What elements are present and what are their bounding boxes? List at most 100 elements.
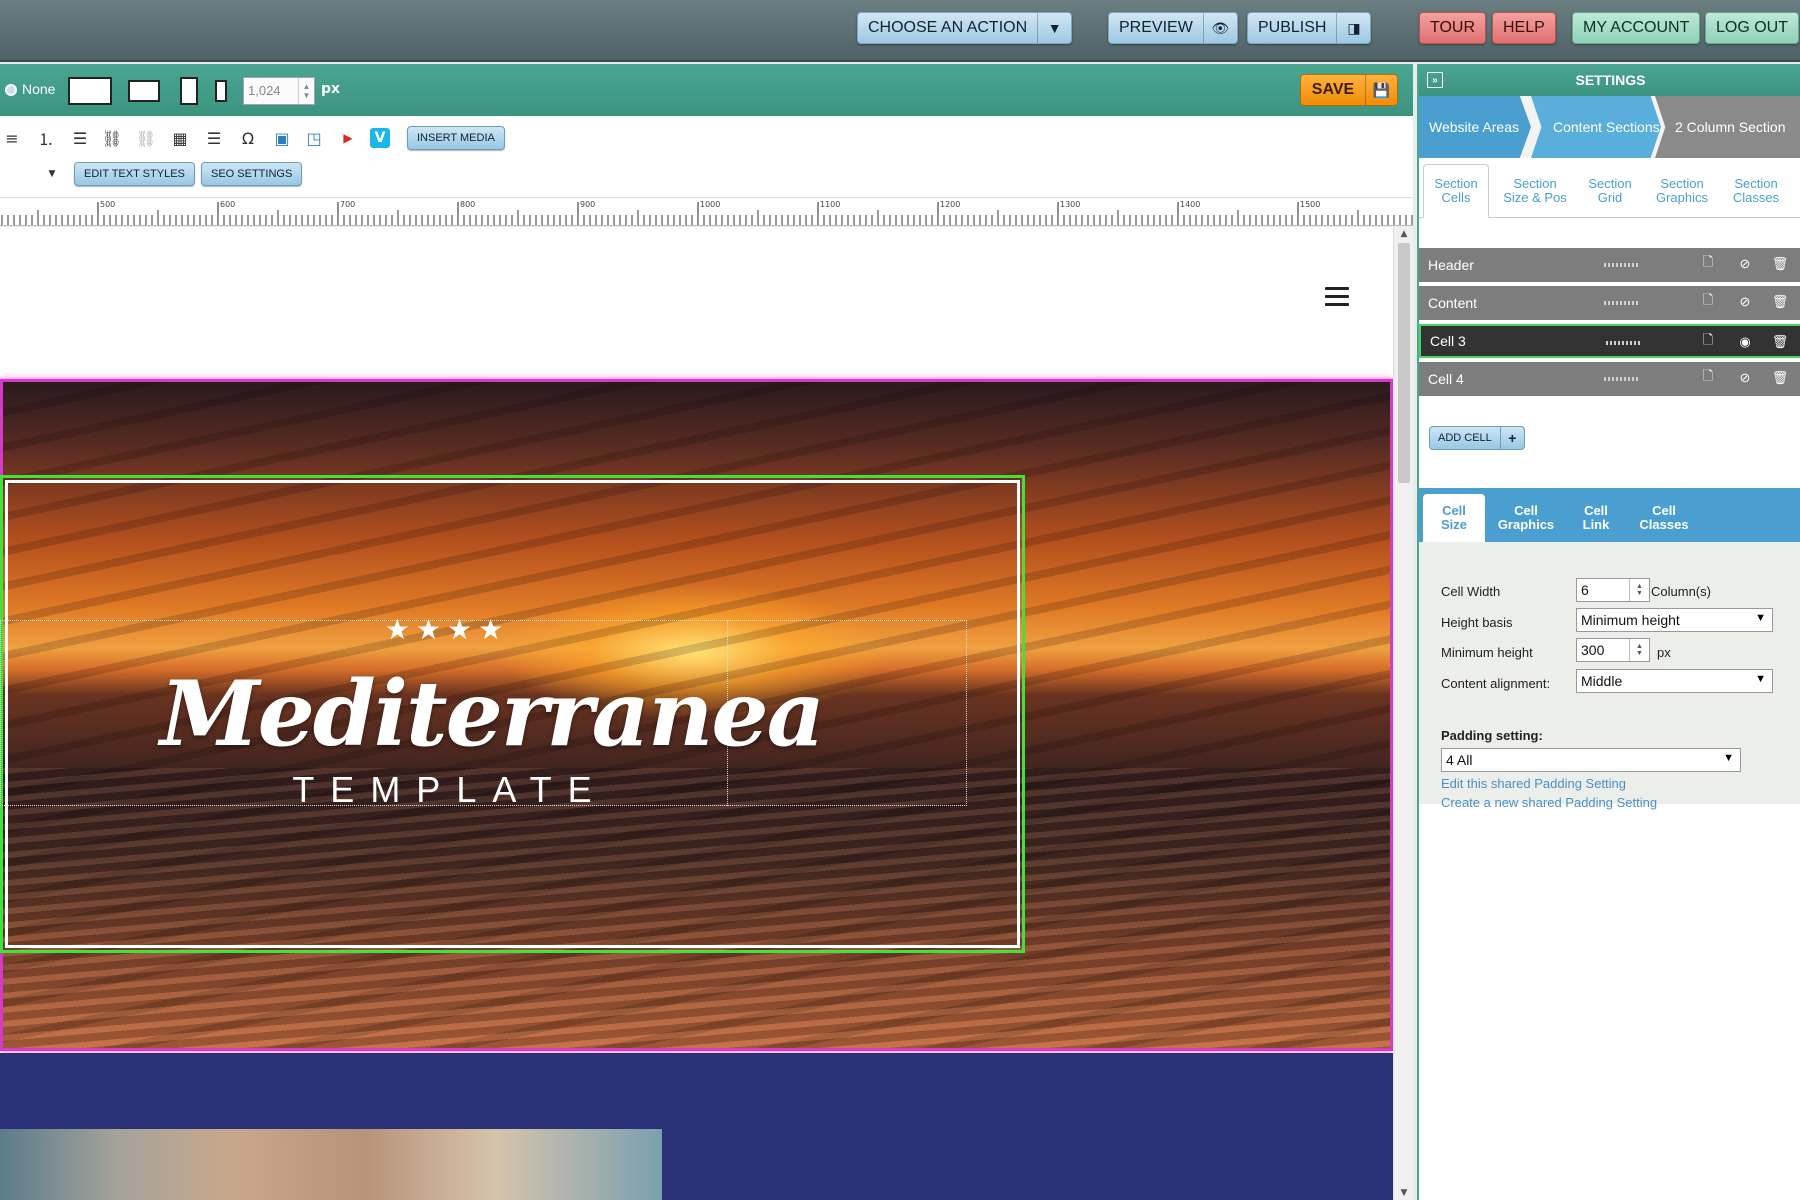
special-character-icon[interactable]: Ω [236,126,260,150]
cell-row-cell-3[interactable]: Cell 3 🗋 ◉ 🗑 [1419,324,1800,358]
tab-section-graphics[interactable]: Section Graphics [1647,164,1717,218]
youtube-icon[interactable]: ▶ [336,126,360,150]
hero-title[interactable]: Mediterranea [160,659,825,769]
eye-slash-icon[interactable]: ⊘ [1737,294,1753,310]
width-spinner-icon[interactable]: ▲ ▼ [298,78,314,104]
breadcrumb-label: 2 Column Section [1675,119,1786,135]
top-bar: CHOOSE AN ACTION ▼ PREVIEW 👁 PUBLISH ◨ T… [0,0,1800,62]
breadcrumb-website-areas[interactable]: Website Areas [1419,96,1531,158]
content-alignment-value: Middle [1581,673,1623,689]
tab-label: Link [1582,517,1610,532]
drag-handle-icon[interactable] [1604,377,1638,381]
align-justify-icon[interactable]: ≡ [0,126,24,150]
tour-button[interactable]: TOUR [1419,12,1487,44]
breadcrumb-content-sections[interactable]: Content Sections [1531,96,1661,158]
page-canvas[interactable]: ★★★★ Mediterranea TEMPLATE [0,227,1393,1200]
image-icon[interactable]: ▣ [270,126,294,150]
tab-cell-size[interactable]: Cell Size [1423,494,1485,542]
hero-subtitle[interactable]: TEMPLATE [260,769,640,813]
gallery-icon[interactable]: ◳ [302,126,326,150]
ordered-list-icon[interactable]: ⒈ [34,126,58,150]
save-button[interactable]: SAVE 💾 [1300,74,1398,106]
table-icon[interactable]: ▦ [168,126,192,150]
scroll-up-icon[interactable]: ▲ [1394,227,1414,241]
duplicate-icon[interactable]: 🗋 [1700,332,1716,350]
ruler-tick-label: 800 [460,200,475,209]
min-height-input[interactable]: 300 ▲ ▼ [1576,638,1650,662]
add-cell-button[interactable]: ADD CELL + [1429,426,1525,450]
trash-icon[interactable]: 🗑 [1772,256,1789,272]
insert-media-button[interactable]: INSERT MEDIA [407,126,505,150]
height-basis-select[interactable]: Minimum height ▼ [1576,608,1773,632]
ruler-tick-label: 500 [100,200,115,209]
tablet-landscape-icon[interactable] [128,80,160,102]
duplicate-icon[interactable]: 🗋 [1700,254,1716,272]
hamburger-menu-icon[interactable] [1325,287,1349,307]
drag-handle-icon[interactable] [1604,301,1638,305]
publish-button[interactable]: PUBLISH ◨ [1247,12,1372,44]
portrait-photo[interactable] [0,1129,662,1200]
min-height-spinner-icon[interactable]: ▲ ▼ [1629,639,1649,661]
collapse-panel-icon[interactable]: » [1427,72,1443,88]
cell-row-header[interactable]: Header 🗋 ⊘ 🗑 [1419,248,1800,282]
tab-cell-graphics[interactable]: Cell Graphics [1489,494,1563,542]
scroll-thumb[interactable] [1398,243,1410,483]
scroll-down-icon[interactable]: ▼ [1394,1186,1414,1200]
none-radio[interactable] [5,84,17,96]
phone-view-icon[interactable] [215,80,227,102]
cell-row-label: Cell 4 [1428,371,1464,387]
insert-media-label: INSERT MEDIA [417,132,495,144]
vimeo-icon[interactable]: V [370,128,390,148]
cell-width-spinner-icon[interactable]: ▲ ▼ [1629,579,1649,601]
edit-padding-link[interactable]: Edit this shared Padding Setting [1441,776,1626,791]
drag-handle-icon[interactable] [1606,341,1640,345]
trash-icon[interactable]: 🗑 [1772,334,1789,350]
ruler: 500 600 700 800 900 1000 1100 1200 1300 1400 1500 [0,198,1413,226]
drag-handle-icon[interactable] [1604,263,1638,267]
unlink-icon[interactable]: ⛓ [134,126,158,150]
tab-section-size-pos[interactable]: Section Size & Pos [1495,164,1575,218]
my-account-button[interactable]: MY ACCOUNT [1572,12,1701,44]
tablet-portrait-icon[interactable] [180,77,198,105]
tab-section-classes[interactable]: Section Classes [1721,164,1791,218]
dropdown-caret-icon[interactable]: ▼ [40,162,64,186]
canvas-scrollbar[interactable]: ▲ ▼ [1393,227,1413,1200]
cell-row-cell-4[interactable]: Cell 4 🗋 ⊘ 🗑 [1419,362,1800,396]
chevron-down-icon[interactable]: ▼ [1037,13,1071,43]
cell-row-label: Cell 3 [1430,333,1466,349]
tab-cell-link[interactable]: Cell Link [1567,494,1625,542]
publish-label: PUBLISH [1258,19,1327,36]
edit-text-styles-button[interactable]: EDIT TEXT STYLES [74,162,195,186]
trash-icon[interactable]: 🗑 [1772,294,1789,310]
desktop-view-icon[interactable] [68,77,112,105]
create-padding-link[interactable]: Create a new shared Padding Setting [1441,795,1657,810]
link-icon[interactable]: ⛓ [100,126,124,150]
tab-section-cells[interactable]: Section Cells [1423,164,1489,218]
ruler-svg: 500 600 700 800 900 1000 1100 1200 1300 1400 1500 [1,200,1413,225]
rating-stars: ★★★★ [384,613,510,646]
choose-action-label: CHOOSE AN ACTION [868,19,1028,36]
horizontal-rule-icon[interactable]: ☰ [202,126,226,150]
eye-slash-icon[interactable]: ⊘ [1737,370,1753,386]
tab-section-grid[interactable]: Section Grid [1579,164,1641,218]
content-alignment-select[interactable]: Middle ▼ [1576,669,1773,693]
cell-row-content[interactable]: Content 🗋 ⊘ 🗑 [1419,286,1800,320]
breadcrumb-2-column-section[interactable]: 2 Column Section [1655,96,1800,158]
ruler-tick-label: 1000 [700,200,720,209]
help-button[interactable]: HELP [1492,12,1556,44]
breadcrumb-label: Content Sections [1553,119,1660,135]
trash-icon[interactable]: 🗑 [1772,370,1789,386]
duplicate-icon[interactable]: 🗋 [1700,368,1716,386]
tab-cell-classes[interactable]: Cell Classes [1629,494,1699,542]
duplicate-icon[interactable]: 🗋 [1700,292,1716,310]
width-input[interactable]: 1,024 ▲ ▼ [243,77,315,105]
seo-settings-button[interactable]: SEO SETTINGS [201,162,303,186]
padding-setting-select[interactable]: 4 All ▼ [1441,748,1741,772]
log-out-button[interactable]: LOG OUT [1705,12,1800,44]
eye-slash-icon[interactable]: ⊘ [1737,256,1753,272]
eye-icon[interactable]: ◉ [1737,334,1753,350]
unordered-list-icon[interactable]: ☰ [68,126,92,150]
cell-width-input[interactable]: 6 ▲ ▼ [1576,578,1650,602]
preview-button[interactable]: PREVIEW 👁 [1108,12,1238,44]
choose-action-button[interactable]: CHOOSE AN ACTION ▼ [857,12,1073,44]
